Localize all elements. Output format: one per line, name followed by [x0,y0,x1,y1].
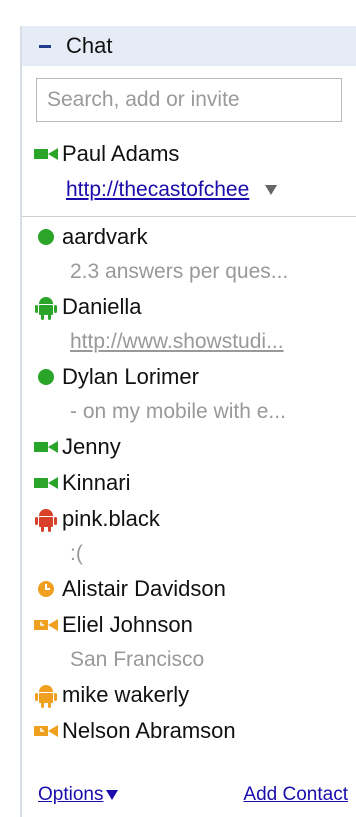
search-input[interactable] [36,78,342,122]
video-camera-icon [34,148,58,160]
video-camera-icon [34,477,58,489]
video-camera-icon [34,619,58,631]
chevron-down-icon[interactable] [106,790,119,800]
contact-item[interactable]: Nelson Abramson [30,713,356,749]
contact-item[interactable]: Jenny [30,429,356,465]
contact-status-link[interactable]: http://www.showstudi... [70,330,354,354]
contact-status: San Francisco [70,648,205,671]
chat-header: Chat [22,26,356,66]
contact-name: aardvark [62,224,148,249]
contact-name: Daniella [62,294,142,319]
contact-item[interactable]: Dylan Lorimer - on my mobile with e... [30,359,356,429]
contact-status: 2.3 answers per ques... [70,260,289,283]
contact-item[interactable]: Daniella http://www.showstudi... [30,289,356,359]
chat-footer: Options Add Contact [38,784,348,806]
idle-clock-icon [38,581,54,597]
contact-name: Jenny [62,434,121,459]
contact-item[interactable]: Eliel Johnson San Francisco [30,607,356,677]
contact-name: pink.black [62,506,160,531]
video-camera-icon [34,725,58,737]
contact-name: Nelson Abramson [62,718,236,743]
contact-item[interactable]: Kinnari [30,465,356,501]
android-icon [35,297,57,320]
chat-title: Chat [66,33,113,58]
android-icon [35,509,57,532]
android-icon [35,685,57,708]
contact-name: Eliel Johnson [62,612,193,637]
self-name: Paul Adams [62,141,180,166]
contact-item[interactable]: pink.black :( [30,501,356,571]
chat-panel: Chat Paul Adams http://thecastofchee [20,26,356,817]
contact-item[interactable]: aardvark 2.3 answers per ques... [30,219,356,289]
contact-status: - on my mobile with e... [70,400,286,423]
contact-item[interactable]: mike wakerly [30,677,356,713]
video-camera-icon [34,441,58,453]
status-dropdown-icon[interactable] [265,185,278,195]
add-contact-link[interactable]: Add Contact [243,784,348,806]
contact-name: mike wakerly [62,682,190,707]
self-status: Paul Adams http://thecastofchee [22,136,356,208]
self-status-link[interactable]: http://thecastofchee [66,178,249,202]
contact-list: aardvark 2.3 answers per ques... Daniell… [22,217,356,749]
contact-status: :( [70,542,83,565]
contact-item[interactable]: Alistair Davidson [30,571,356,607]
green-dot-icon [38,229,54,245]
contact-name: Kinnari [62,470,131,495]
contact-name: Alistair Davidson [62,576,226,601]
options-link[interactable]: Options [38,784,103,806]
green-dot-icon [38,369,54,385]
contact-name: Dylan Lorimer [62,364,199,389]
collapse-toggle-icon[interactable] [36,37,54,55]
